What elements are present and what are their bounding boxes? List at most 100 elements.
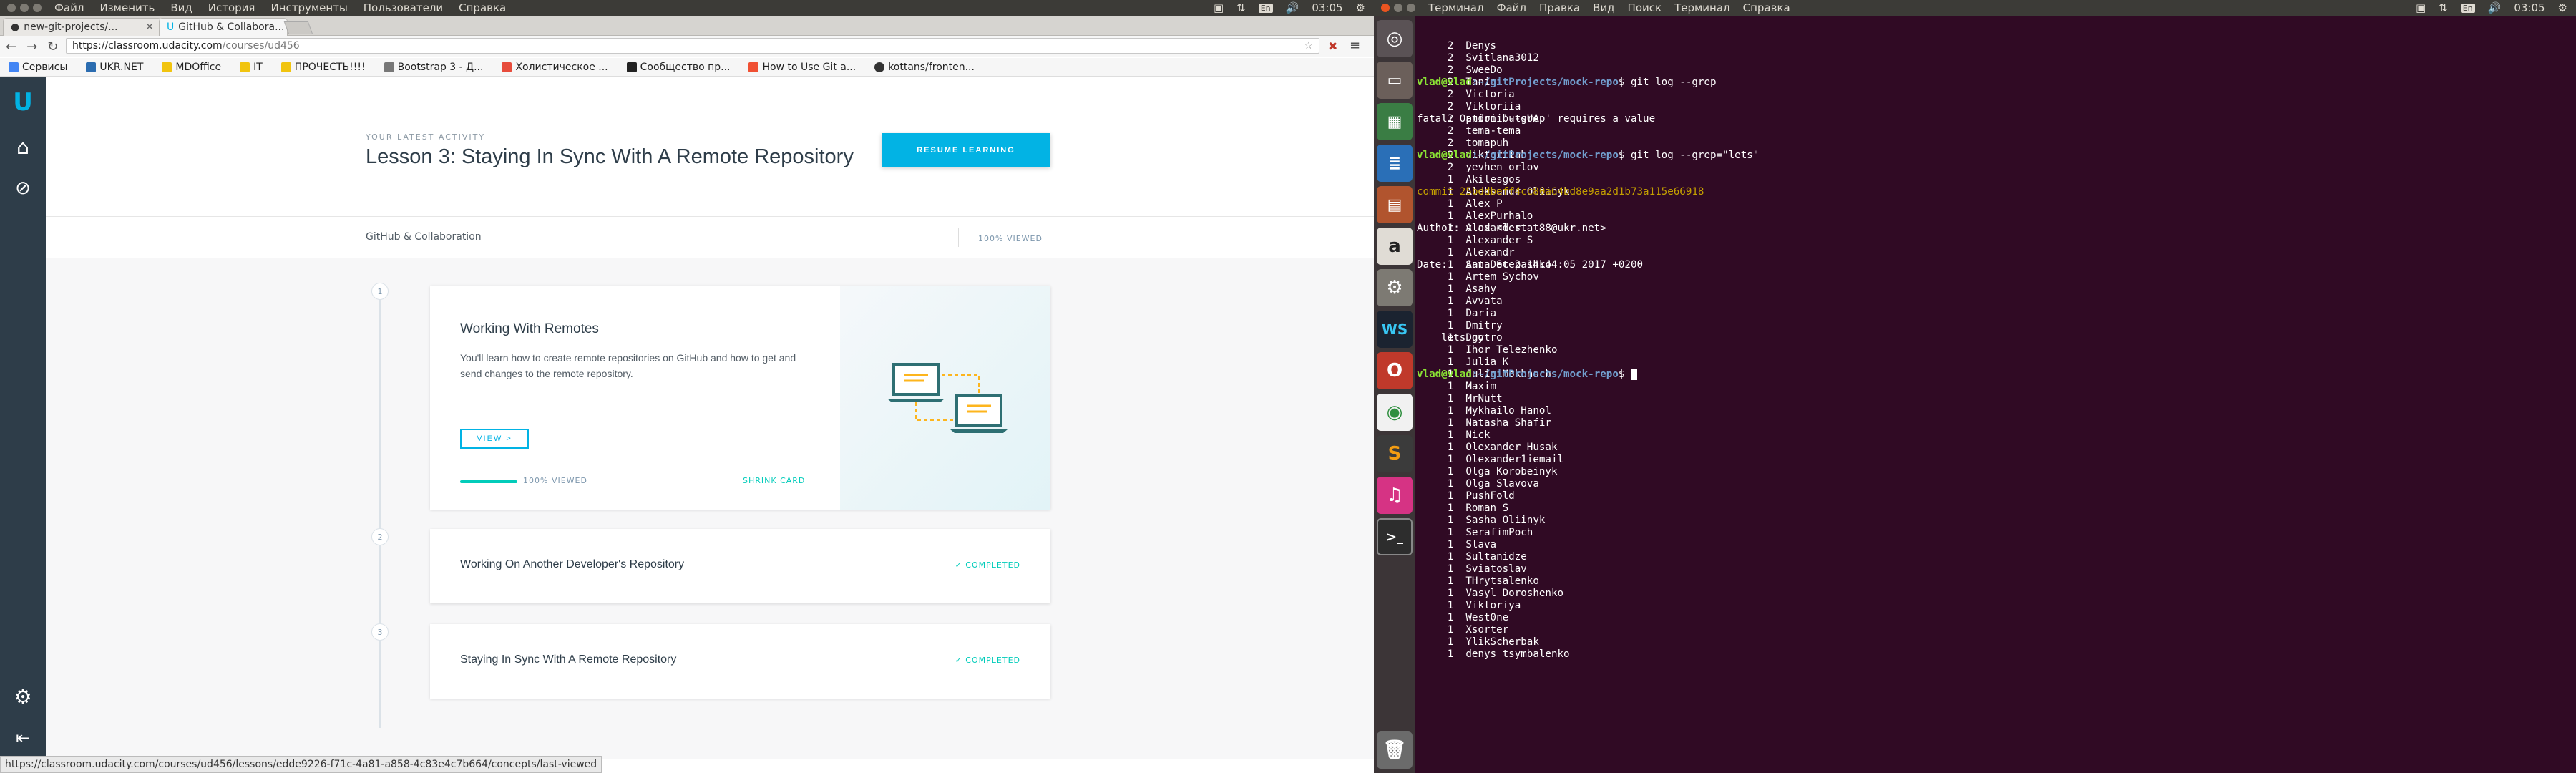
minimize-window-icon[interactable] — [1394, 4, 1402, 12]
volume-icon[interactable]: 🔊 — [2488, 1, 2502, 14]
settings-gear-icon[interactable]: ⚙ — [2558, 1, 2567, 14]
clock[interactable]: 03:05 — [1312, 1, 1342, 14]
menu-tools[interactable]: Инструменты — [270, 1, 347, 14]
menu-terminal[interactable]: Терминал — [1428, 1, 1484, 14]
bookmark-star-icon[interactable]: ☆ — [1304, 40, 1313, 52]
shortlog-line: 1 Julia K — [1417, 356, 2575, 369]
menu-help[interactable]: Справка — [459, 1, 506, 14]
network-icon[interactable]: ⇅ — [1236, 1, 1246, 14]
shrink-card-link[interactable]: SHRINK CARD — [743, 476, 805, 485]
ubuntu-dash-icon[interactable]: ◎ — [1377, 20, 1413, 57]
view-lesson-button[interactable]: VIEW > — [460, 429, 529, 449]
back-icon[interactable]: ← — [6, 39, 16, 54]
settings-icon[interactable]: ⚙ — [14, 685, 31, 709]
commit-count: 1 — [1447, 381, 1454, 392]
bookmark-ukrnet[interactable]: UKR.NET — [86, 62, 143, 73]
menu-users[interactable]: Пользователи — [364, 1, 443, 14]
commit-count: 2 — [1447, 64, 1454, 76]
menu-file[interactable]: Файл — [1497, 1, 1526, 14]
author-name: Vasyl Doroshenko — [1465, 588, 1564, 599]
maximize-window-icon[interactable] — [1407, 4, 1415, 12]
libreoffice-impress-icon[interactable]: ▤ — [1377, 186, 1413, 223]
close-tab-icon[interactable]: ✕ — [145, 21, 154, 33]
reload-icon[interactable]: ↻ — [47, 39, 58, 54]
lesson-title[interactable]: Working With Remotes — [460, 321, 599, 337]
extension-icon[interactable]: ✖ — [1328, 39, 1337, 53]
menu-search[interactable]: Поиск — [1628, 1, 1662, 14]
browser-menu-icon[interactable]: ≡ — [1350, 38, 1360, 53]
bookmark-services[interactable]: Сервисы — [9, 62, 67, 73]
webstorm-icon[interactable]: WS — [1377, 311, 1413, 348]
opera-icon[interactable]: O — [1377, 352, 1413, 389]
author-name: MrNutt — [1465, 393, 1503, 404]
udacity-logo-icon[interactable]: U — [13, 88, 33, 117]
terminal-output[interactable]: 2 Denys 2 Svitlana3012 2 SweeDo 2 Tania … — [1415, 16, 2576, 773]
libreoffice-calc-icon[interactable]: ▦ — [1377, 103, 1413, 140]
shortlog-line: 1 Vasyl Doroshenko — [1417, 588, 2575, 600]
menu-view[interactable]: Вид — [1593, 1, 1614, 14]
shortlog-line: 2 Denys — [1417, 40, 2575, 52]
window-controls — [0, 4, 50, 12]
minimize-window-icon[interactable] — [20, 4, 29, 12]
tab-udacity[interactable]: U GitHub & Collabora... ✕ — [159, 18, 288, 36]
menu-terminal-2[interactable]: Терминал — [1674, 1, 1730, 14]
lesson-title: Staying In Sync With A Remote Repository — [460, 653, 677, 666]
close-window-icon[interactable] — [7, 4, 16, 12]
bookmark-read[interactable]: ПРОЧЕСТЬ!!!! — [280, 62, 366, 73]
libreoffice-writer-icon[interactable]: ≣ — [1377, 145, 1413, 182]
amazon-icon[interactable]: a — [1377, 228, 1413, 265]
resume-learning-button[interactable]: RESUME LEARNING — [882, 133, 1050, 167]
sublime-text-icon[interactable]: S — [1377, 435, 1413, 472]
shortlog-line: 1 Natasha Shafir — [1417, 417, 2575, 429]
keyboard-layout[interactable]: En — [1258, 3, 1273, 13]
new-tab-button[interactable] — [283, 21, 313, 34]
keyboard-layout[interactable]: En — [2460, 3, 2475, 13]
menu-help[interactable]: Справка — [1743, 1, 1790, 14]
tab-github-repo[interactable]: ● new-git-projects/... ✕ — [3, 18, 162, 36]
lesson-card[interactable]: Staying In Sync With A Remote Repository… — [430, 624, 1050, 699]
clock[interactable]: 03:05 — [2514, 1, 2545, 14]
forward-icon[interactable]: → — [26, 39, 37, 54]
bookmark-holistic[interactable]: Холистическое ... — [502, 62, 608, 73]
bookmark-it[interactable]: IT — [240, 62, 263, 73]
bookmark-kottans[interactable]: kottans/fronten... — [874, 62, 975, 73]
menu-edit[interactable]: Правка — [1539, 1, 1580, 14]
menu-history[interactable]: История — [208, 1, 255, 14]
bookmark-git-howto[interactable]: How to Use Git a... — [748, 62, 856, 73]
dropbox-icon[interactable]: ▣ — [1214, 1, 1224, 14]
home-icon[interactable]: ⌂ — [16, 135, 29, 159]
compass-icon[interactable]: ⊘ — [15, 178, 31, 199]
shortlog-line: 1 Asahy — [1417, 283, 2575, 296]
url-bar[interactable]: https://classroom.udacity.com/courses/ud… — [66, 38, 1319, 54]
dropbox-icon[interactable]: ▣ — [2416, 1, 2426, 14]
lesson-timeline — [379, 291, 381, 728]
lesson-card[interactable]: Working On Another Developer's Repositor… — [430, 529, 1050, 603]
author-name: PushFold — [1465, 490, 1515, 502]
trash-icon[interactable]: 🗑 — [1377, 731, 1413, 769]
chrome-icon[interactable]: ◉ — [1377, 394, 1413, 431]
author-name: yevhen orlov — [1465, 162, 1539, 173]
network-icon[interactable]: ⇅ — [2439, 1, 2448, 14]
commit-message-line: lets go — [1417, 332, 1484, 344]
menu-file[interactable]: Файл — [54, 1, 84, 14]
bookmark-label: Сервисы — [22, 61, 68, 73]
bookmark-mdoffice[interactable]: MDOffice — [162, 62, 221, 73]
logout-icon[interactable]: ⇤ — [16, 728, 30, 748]
close-window-icon[interactable] — [1381, 4, 1390, 12]
files-icon[interactable]: ▭ — [1377, 62, 1413, 99]
app-icon[interactable]: ♫ — [1377, 477, 1413, 514]
shortlog-line: 1 Olexander Husak — [1417, 442, 2575, 454]
menu-edit[interactable]: Изменить — [99, 1, 155, 14]
system-settings-icon[interactable]: ⚙ — [1377, 269, 1413, 306]
bookmark-community[interactable]: Сообщество пр... — [626, 62, 730, 73]
maximize-window-icon[interactable] — [33, 4, 42, 12]
menu-view[interactable]: Вид — [170, 1, 192, 14]
settings-gear-icon[interactable]: ⚙ — [1356, 1, 1365, 14]
shortlog-line: 1 PushFold — [1417, 490, 2575, 502]
author-name: Dmitry — [1465, 320, 1503, 331]
bookmark-bootstrap[interactable]: Bootstrap 3 - Д... — [384, 62, 483, 73]
commit-count: 1 — [1447, 575, 1454, 587]
terminal-icon[interactable]: >_ — [1377, 518, 1413, 555]
apps-grid-icon — [9, 62, 19, 72]
volume-icon[interactable]: 🔊 — [1286, 1, 1299, 14]
